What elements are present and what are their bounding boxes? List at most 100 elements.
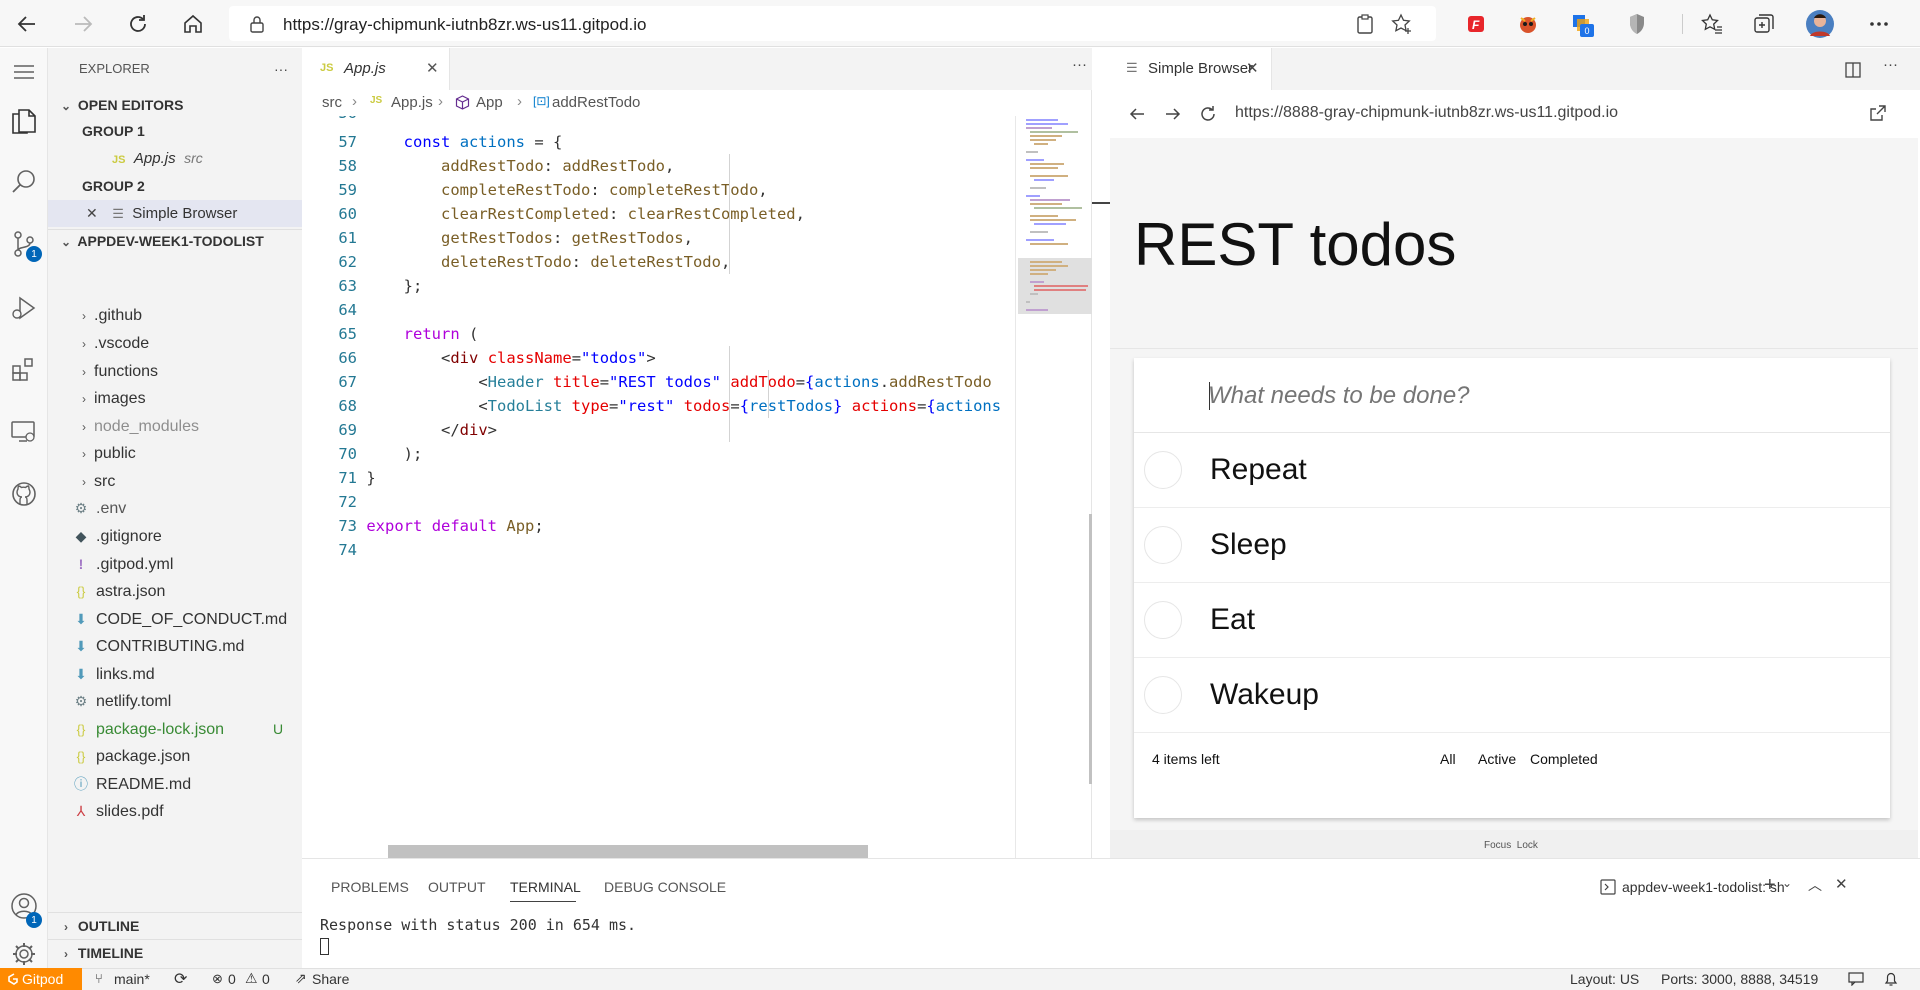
folder-row[interactable]: › src	[48, 468, 302, 495]
open-editor-app-js[interactable]: JS App.js src	[48, 145, 302, 172]
extensions-icon[interactable]	[0, 346, 48, 394]
tab-app-js[interactable]: JS App.js ✕	[302, 48, 450, 90]
tab-problems[interactable]: PROBLEMS	[331, 879, 409, 895]
branch-name[interactable]: main*	[114, 971, 150, 987]
open-editors-header[interactable]: ⌄ OPEN EDITORS	[48, 94, 302, 116]
folder-row[interactable]: › .github	[48, 302, 302, 329]
todo-checkbox[interactable]	[1144, 526, 1182, 564]
chevron-down-icon[interactable]: ⌄	[1782, 876, 1792, 890]
file-row[interactable]: ⚙ netlify.toml	[48, 688, 302, 715]
tab-terminal[interactable]: TERMINAL	[510, 879, 581, 895]
explorer-more-button[interactable]: ···	[274, 58, 288, 80]
close-icon[interactable]: ✕	[426, 59, 439, 77]
remote-explorer-icon[interactable]	[0, 408, 48, 456]
add-favorite-icon[interactable]	[1391, 13, 1413, 35]
breadcrumb-item[interactable]: src	[322, 94, 342, 111]
menu-icon[interactable]	[0, 48, 48, 96]
open-editor-simple-browser[interactable]: ✕ ☰ Simple Browser	[48, 200, 302, 227]
folder-row[interactable]: › .vscode	[48, 330, 302, 357]
file-row[interactable]: {} astra.json	[48, 578, 302, 605]
folder-row[interactable]: › node_modules	[48, 413, 302, 440]
group-2-header[interactable]: GROUP 2	[48, 175, 302, 197]
breadcrumb-item[interactable]: App.js	[391, 94, 433, 111]
back-button[interactable]	[11, 8, 43, 40]
forward-arrow-icon[interactable]	[1164, 105, 1182, 123]
forward-button[interactable]	[67, 8, 99, 40]
timeline-header[interactable]: › TIMELINE	[48, 939, 302, 965]
file-row[interactable]: ⬇ CONTRIBUTING.md	[48, 633, 302, 660]
breadcrumb-item[interactable]: App	[476, 94, 503, 111]
extension-red-icon[interactable]: F	[1464, 12, 1488, 36]
feedback-icon[interactable]	[1848, 972, 1864, 986]
filter-active[interactable]: Active	[1478, 751, 1516, 767]
folder-row[interactable]: › images	[48, 385, 302, 412]
sync-icon[interactable]: ⟳	[174, 969, 187, 989]
todo-checkbox[interactable]	[1144, 451, 1182, 489]
clipboard-icon[interactable]	[1356, 14, 1374, 34]
focus-lock-label[interactable]: Focus Lock	[1484, 840, 1538, 851]
maximize-panel-icon[interactable]: ︿	[1808, 875, 1822, 895]
todo-item[interactable]: Repeat	[1134, 433, 1890, 508]
more-actions-icon[interactable]: ···	[1072, 56, 1087, 73]
favorites-icon[interactable]	[1700, 12, 1724, 36]
address-bar[interactable]: https://gray-chipmunk-iutnb8zr.ws-us11.g…	[229, 6, 1436, 41]
close-icon[interactable]: ✕	[1246, 59, 1259, 77]
tab-simple-browser[interactable]: ☰ Simple Browser ✕	[1110, 48, 1272, 90]
reload-button[interactable]	[122, 8, 154, 40]
collections-icon[interactable]	[1752, 12, 1776, 36]
file-row[interactable]: ⓘ README.md	[48, 771, 302, 798]
split-editor-icon[interactable]	[1845, 62, 1861, 78]
gitpod-button[interactable]: Gitpod	[0, 968, 82, 990]
error-count[interactable]: 0	[228, 971, 236, 987]
file-row[interactable]: {} package-lock.json U	[48, 716, 302, 743]
notifications-bell-icon[interactable]	[1884, 971, 1898, 987]
warning-count[interactable]: 0	[262, 971, 270, 987]
explorer-icon[interactable]	[0, 96, 48, 144]
tab-debug-console[interactable]: DEBUG CONSOLE	[604, 879, 726, 895]
file-row[interactable]: ⬇ links.md	[48, 661, 302, 688]
reload-icon[interactable]	[1199, 105, 1217, 123]
file-row[interactable]: ⚙ .env	[48, 495, 302, 522]
breadcrumb-item[interactable]: addRestTodo	[552, 94, 640, 111]
file-row[interactable]: ! .gitpod.yml	[48, 551, 302, 578]
more-actions-icon[interactable]: ···	[1883, 56, 1898, 73]
extension-counter-icon[interactable]: 0	[1570, 12, 1594, 37]
terminal-cursor[interactable]	[320, 938, 329, 955]
github-icon[interactable]	[0, 470, 48, 518]
todo-item[interactable]: Sleep	[1134, 508, 1890, 583]
todo-item[interactable]: Wakeup	[1134, 658, 1890, 733]
tab-output[interactable]: OUTPUT	[428, 879, 486, 895]
profile-avatar[interactable]	[1806, 10, 1834, 38]
new-todo-input[interactable]	[1208, 376, 1868, 416]
todo-checkbox[interactable]	[1144, 601, 1182, 639]
group-1-header[interactable]: GROUP 1	[48, 120, 302, 142]
terminal-name[interactable]: appdev-week1-todolist: sh	[1622, 879, 1785, 895]
simple-browser-url[interactable]: https://8888-gray-chipmunk-iutnb8zr.ws-u…	[1235, 104, 1618, 122]
file-row[interactable]: ⬇ CODE_OF_CONDUCT.md	[48, 606, 302, 633]
close-icon[interactable]: ✕	[1835, 875, 1848, 893]
open-external-icon[interactable]	[1869, 104, 1887, 122]
todo-checkbox[interactable]	[1144, 676, 1182, 714]
project-header[interactable]: ⌄ APPDEV-WEEK1-TODOLIST	[48, 229, 302, 251]
editor-group-divider[interactable]	[1092, 48, 1110, 858]
home-button[interactable]	[177, 8, 209, 40]
close-icon[interactable]: ✕	[86, 205, 98, 221]
source-control-icon[interactable]: 1	[0, 220, 48, 268]
file-row[interactable]: ⅄ slides.pdf	[48, 798, 302, 825]
filter-completed[interactable]: Completed	[1530, 751, 1598, 767]
folder-row[interactable]: › public	[48, 440, 302, 467]
accounts-icon[interactable]: 1	[0, 882, 48, 930]
share-label[interactable]: Share	[312, 971, 349, 987]
settings-more-icon[interactable]	[1867, 12, 1891, 36]
extension-mascot-icon[interactable]	[1516, 12, 1540, 36]
folder-row[interactable]: › functions	[48, 358, 302, 385]
shield-icon[interactable]	[1625, 12, 1649, 36]
horizontal-scrollbar[interactable]	[388, 845, 868, 858]
back-arrow-icon[interactable]	[1128, 105, 1146, 123]
outline-header[interactable]: › OUTLINE	[48, 912, 302, 938]
run-debug-icon[interactable]	[0, 284, 48, 332]
new-terminal-icon[interactable]: +	[1764, 874, 1776, 897]
ports-list[interactable]: Ports: 3000, 8888, 34519	[1661, 971, 1818, 987]
filter-all[interactable]: All	[1440, 751, 1456, 767]
keyboard-layout[interactable]: Layout: US	[1570, 971, 1639, 987]
